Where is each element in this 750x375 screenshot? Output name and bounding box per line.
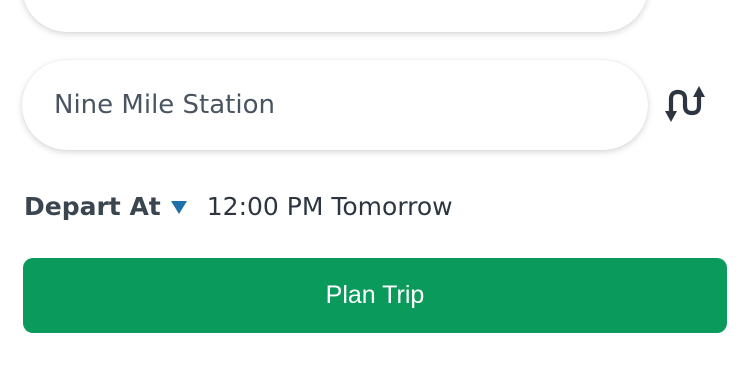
more-vertical-icon[interactable] [681, 0, 697, 8]
swap-vertical-icon[interactable] [664, 84, 714, 128]
caret-down-icon[interactable] [170, 201, 187, 214]
origin-field[interactable] [22, 0, 648, 32]
destination-field-text: Nine Mile Station [54, 90, 275, 120]
destination-field[interactable]: Nine Mile Station [22, 60, 648, 150]
depart-time[interactable]: 12:00 PM Tomorrow [207, 192, 453, 221]
plan-trip-button[interactable]: Plan Trip [23, 258, 727, 333]
depart-selector[interactable]: Depart At 12:00 PM Tomorrow [24, 186, 453, 226]
depart-mode-label[interactable]: Depart At [24, 192, 161, 221]
